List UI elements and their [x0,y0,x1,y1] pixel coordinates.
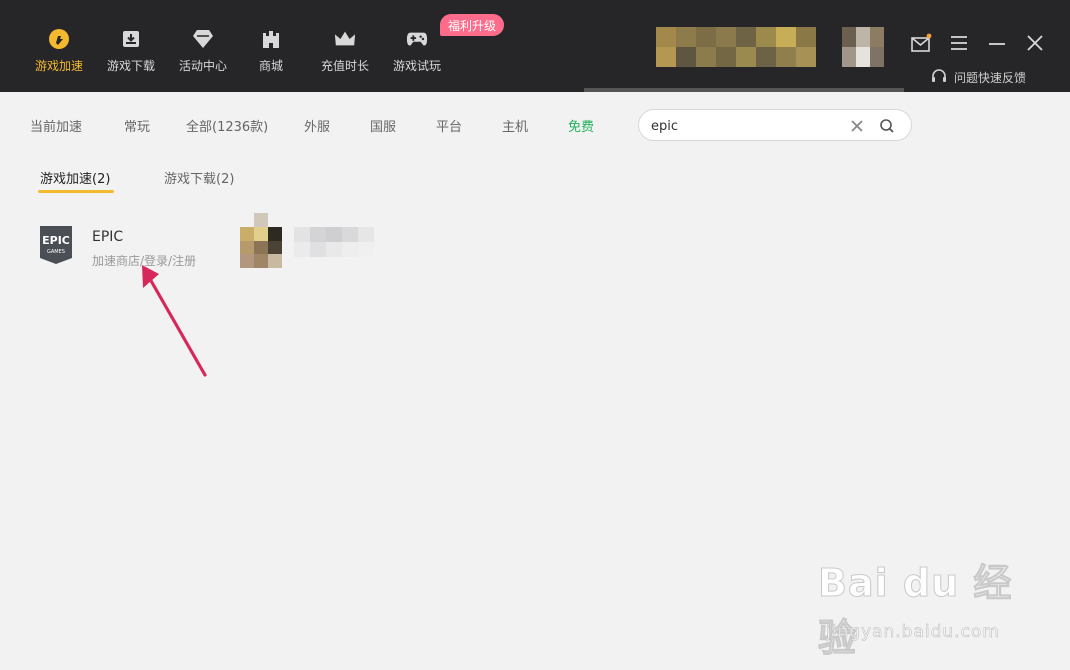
nav-item-shop[interactable]: 商城 [235,28,307,80]
close-icon[interactable] [1024,32,1046,54]
epic-games-logo-icon: EPIC GAMES [38,224,74,266]
clear-icon[interactable] [849,118,865,134]
user-name-blurred [656,27,816,67]
topbar-divider [584,88,904,92]
headset-icon [930,68,948,87]
castle-icon [260,28,282,50]
menu-icon[interactable] [948,32,970,54]
filter-tab-frequent[interactable]: 常玩 [124,116,150,135]
feedback-link[interactable]: 问题快速反馈 [930,68,1026,87]
filter-tab-platform[interactable]: 平台 [436,116,462,135]
subtab-game-accelerate[interactable]: 游戏加速(2) [40,168,110,187]
svg-text:EPIC: EPIC [42,234,70,247]
diamond-icon [192,28,214,50]
nav-item-recharge[interactable]: 充值时长 [309,28,381,80]
avatar[interactable] [842,27,884,67]
gamepad-icon [406,28,428,50]
search-input[interactable] [651,116,841,136]
watermark-url: jingyan.baidu.com [826,622,1000,643]
annotation-arrow-icon [142,265,207,377]
search-icon[interactable] [879,118,895,134]
nav-label: 充值时长 [320,59,369,73]
download-box-icon [120,28,142,50]
baidu-jingyan-watermark: Bai du 经验 jingyan.baidu.com [818,552,1018,661]
mail-icon[interactable] [910,32,932,54]
filter-tab-console[interactable]: 主机 [502,116,528,135]
subtab-game-download[interactable]: 游戏下载(2) [164,168,234,187]
nav-item-game-download[interactable]: 游戏下载 [95,28,167,80]
watermark-logo: Bai du 经验 [818,561,1013,661]
filter-tab-all[interactable]: 全部(1236款) [186,116,268,135]
top-bar: 游戏加速 游戏下载 活动中心 商城 充值时长 游戏试玩 福利升级 问题快速反馈 [0,0,1070,92]
svg-text:GAMES: GAMES [47,249,65,255]
promo-badge[interactable]: 福利升级 [440,14,504,36]
crown-icon [334,28,356,50]
feedback-label: 问题快速反馈 [954,71,1027,85]
lightning-icon [48,28,70,50]
nav-item-activity-center[interactable]: 活动中心 [167,28,239,80]
nav-label: 游戏试玩 [392,59,441,73]
result-title: EPIC [92,229,124,245]
nav-item-game-accelerate[interactable]: 游戏加速 [23,28,95,80]
nav-label: 商城 [258,59,283,73]
active-tab-indicator [38,190,114,193]
blurred-game-icon[interactable] [240,213,282,268]
filter-tab-domestic[interactable]: 国服 [370,116,396,135]
nav-label: 游戏下载 [106,59,155,73]
nav-label: 游戏加速 [34,59,83,73]
nav-label: 活动中心 [178,59,227,73]
filter-tab-free[interactable]: 免费 [568,116,594,135]
blurred-game-title [294,227,374,257]
search-box [638,109,912,141]
filter-tab-current[interactable]: 当前加速 [30,116,82,135]
minimize-icon[interactable] [986,32,1008,54]
filter-tab-overseas[interactable]: 外服 [304,116,330,135]
